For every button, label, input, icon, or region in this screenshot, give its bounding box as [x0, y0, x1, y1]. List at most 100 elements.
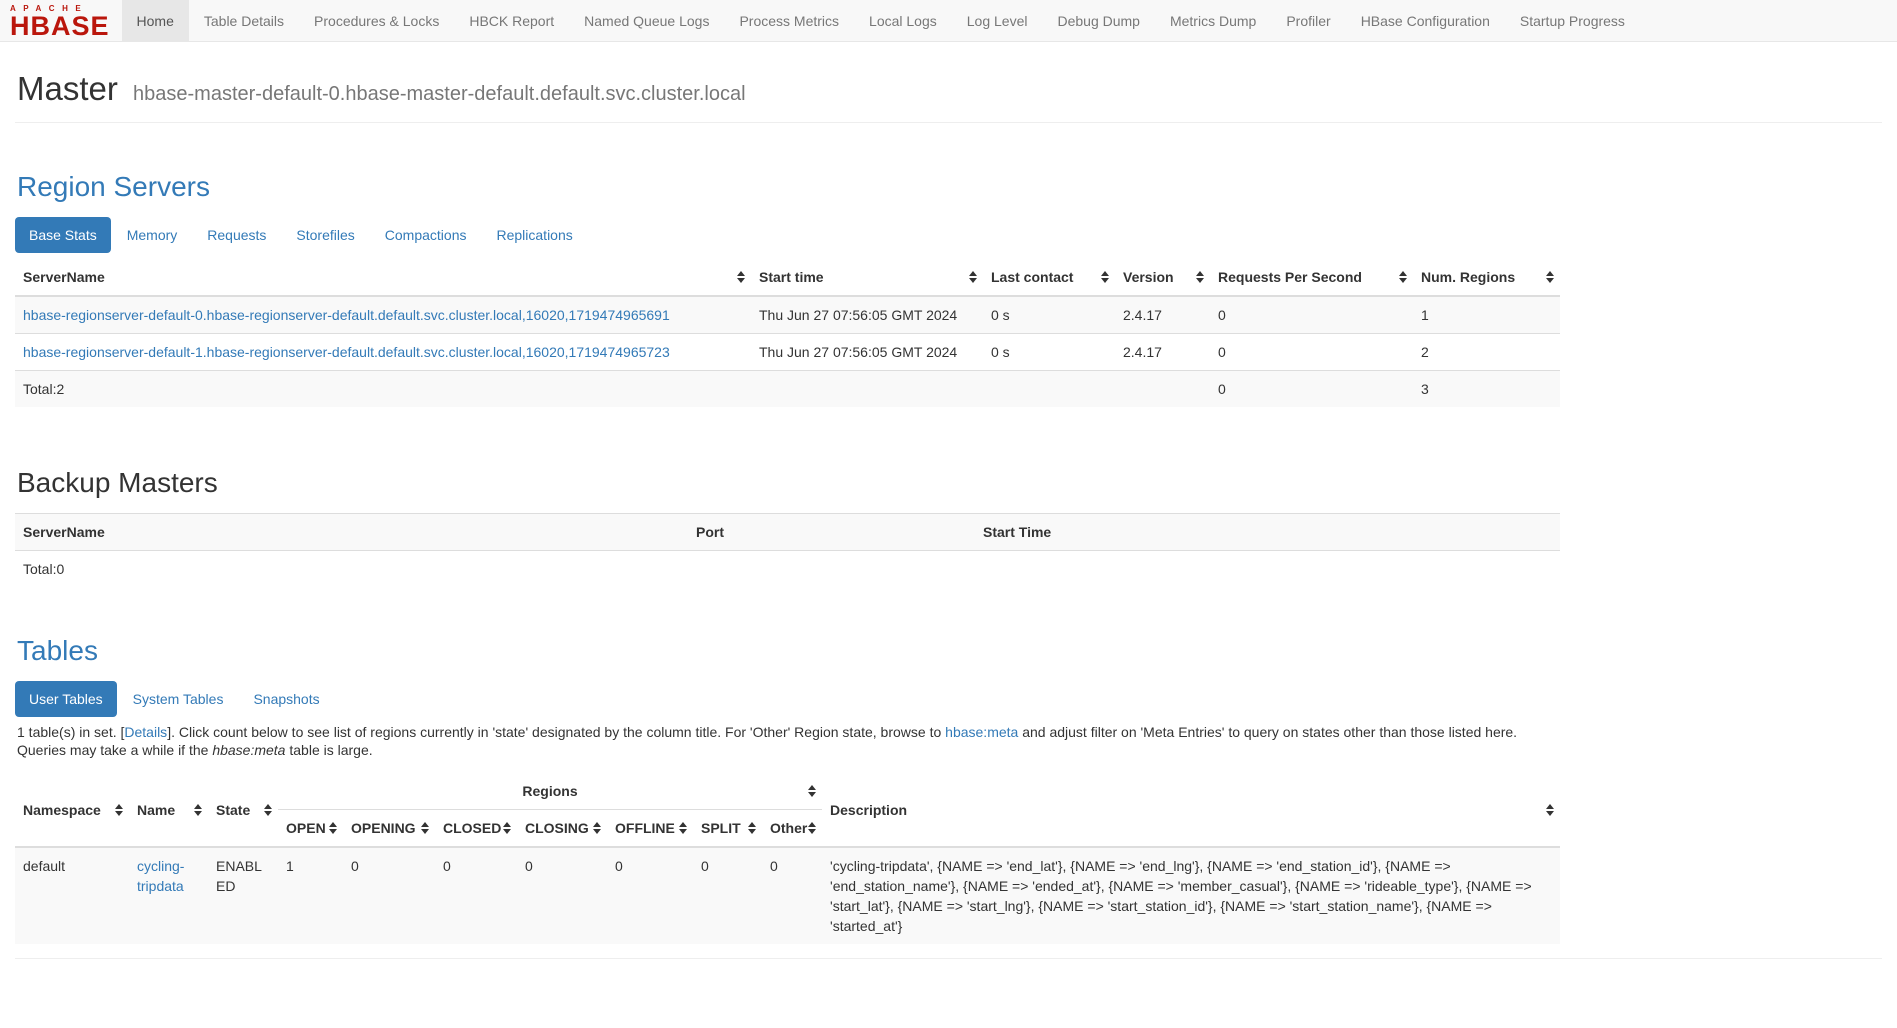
- empty-cell: [975, 551, 1560, 588]
- sort-icon: [679, 822, 687, 834]
- details-link[interactable]: Details: [124, 724, 167, 740]
- col-header-start-time[interactable]: Start Time: [975, 514, 1560, 551]
- regionserver-link[interactable]: hbase-regionserver-default-1.hbase-regio…: [23, 344, 670, 360]
- empty-cell: [1115, 371, 1210, 408]
- col-header-start-time[interactable]: Start time: [751, 259, 983, 296]
- tab-snapshots[interactable]: Snapshots: [239, 681, 333, 717]
- table-row: hbase-regionserver-default-0.hbase-regio…: [15, 296, 1560, 334]
- page-content: Master hbase-master-default-0.hbase-mast…: [0, 70, 1897, 959]
- sort-icon: [593, 822, 601, 834]
- tab-user-tables[interactable]: User Tables: [15, 681, 117, 717]
- nav-item-named-queue-logs[interactable]: Named Queue Logs: [569, 0, 724, 41]
- nav-item-debug-dump[interactable]: Debug Dump: [1042, 0, 1155, 41]
- backup-masters-heading: Backup Masters: [17, 467, 1882, 499]
- col-header-servername[interactable]: ServerName: [15, 514, 688, 551]
- navbar: APACHE HBASE Home Table Details Procedur…: [0, 0, 1897, 42]
- total-label: Total:0: [15, 551, 688, 588]
- table-row: default cycling-tripdata ENABLED 1 0 0 0…: [15, 847, 1560, 944]
- open-count-cell[interactable]: 1: [278, 847, 343, 944]
- table-header-row: ServerName Start time Last contact Versi…: [15, 259, 1560, 296]
- col-header-name[interactable]: Name: [129, 773, 208, 847]
- nav-item-log-level[interactable]: Log Level: [952, 0, 1043, 41]
- col-header-closed[interactable]: CLOSED: [435, 810, 517, 848]
- hbase-meta-link[interactable]: hbase:meta: [945, 724, 1018, 740]
- regionserver-link[interactable]: hbase-regionserver-default-0.hbase-regio…: [23, 307, 670, 323]
- tab-system-tables[interactable]: System Tables: [119, 681, 238, 717]
- tab-replications[interactable]: Replications: [482, 217, 586, 253]
- col-header-requests-per-second[interactable]: Requests Per Second: [1210, 259, 1413, 296]
- sort-icon: [1546, 271, 1554, 283]
- col-header-open[interactable]: OPEN: [278, 810, 343, 848]
- col-header-num-regions[interactable]: Num. Regions: [1413, 259, 1560, 296]
- total-num-regions: 3: [1413, 371, 1560, 408]
- total-row: Total:2 0 3: [15, 371, 1560, 408]
- last-contact-cell: 0 s: [983, 296, 1115, 334]
- sort-icon: [1399, 271, 1407, 283]
- sort-icon: [1546, 804, 1554, 816]
- backup-masters-table: ServerName Port Start Time Total:0: [15, 513, 1560, 587]
- col-header-other[interactable]: Other: [762, 810, 822, 848]
- version-cell: 2.4.17: [1115, 296, 1210, 334]
- nav-item-home[interactable]: Home: [122, 0, 189, 41]
- tab-memory[interactable]: Memory: [113, 217, 192, 253]
- nav-item-metrics-dump[interactable]: Metrics Dump: [1155, 0, 1271, 41]
- col-header-description[interactable]: Description: [822, 773, 1560, 847]
- col-header-offline[interactable]: OFFLINE: [607, 810, 693, 848]
- tab-base-stats[interactable]: Base Stats: [15, 217, 111, 253]
- empty-cell: [983, 371, 1115, 408]
- nav-item-hbase-configuration[interactable]: HBase Configuration: [1346, 0, 1505, 41]
- logo-hbase-text: HBASE: [10, 15, 110, 38]
- col-header-split[interactable]: SPLIT: [693, 810, 762, 848]
- num-regions-cell: 1: [1413, 296, 1560, 334]
- tables-tabs: User Tables System Tables Snapshots: [15, 681, 1882, 717]
- col-header-opening[interactable]: OPENING: [343, 810, 435, 848]
- col-header-version[interactable]: Version: [1115, 259, 1210, 296]
- col-header-closing[interactable]: CLOSING: [517, 810, 607, 848]
- other-count-cell: 0: [762, 847, 822, 944]
- nav-item-local-logs[interactable]: Local Logs: [854, 0, 952, 41]
- col-header-regions-group[interactable]: Regions: [278, 773, 822, 810]
- hbase-logo[interactable]: APACHE HBASE: [0, 0, 122, 41]
- col-header-servername[interactable]: ServerName: [15, 259, 751, 296]
- total-row: Total:0: [15, 551, 1560, 588]
- tables-note: 1 table(s) in set. [Details]. Click coun…: [17, 723, 1562, 759]
- master-title: Master: [17, 70, 118, 107]
- sort-icon: [969, 271, 977, 283]
- requests-per-second-cell: 0: [1210, 296, 1413, 334]
- last-contact-cell: 0 s: [983, 334, 1115, 371]
- nav-item-profiler[interactable]: Profiler: [1271, 0, 1345, 41]
- num-regions-cell: 2: [1413, 334, 1560, 371]
- user-tables-table: Namespace Name State Regions Description…: [15, 773, 1560, 944]
- total-requests-per-second: 0: [1210, 371, 1413, 408]
- nav-item-process-metrics[interactable]: Process Metrics: [724, 0, 854, 41]
- nav-item-hbck-report[interactable]: HBCK Report: [454, 0, 569, 41]
- sort-icon: [737, 271, 745, 283]
- closed-count-cell: 0: [435, 847, 517, 944]
- nav-item-table-details[interactable]: Table Details: [189, 0, 299, 41]
- nav-item-startup-progress[interactable]: Startup Progress: [1505, 0, 1640, 41]
- opening-count-cell: 0: [343, 847, 435, 944]
- tab-storefiles[interactable]: Storefiles: [282, 217, 368, 253]
- table-header-row: ServerName Port Start Time: [15, 514, 1560, 551]
- tables-heading: Tables: [17, 635, 1882, 667]
- empty-cell: [688, 551, 975, 588]
- sort-icon: [194, 804, 202, 816]
- col-header-last-contact[interactable]: Last contact: [983, 259, 1115, 296]
- tab-requests[interactable]: Requests: [193, 217, 280, 253]
- col-header-state[interactable]: State: [208, 773, 278, 847]
- sort-icon: [115, 804, 123, 816]
- tab-compactions[interactable]: Compactions: [371, 217, 481, 253]
- start-time-cell: Thu Jun 27 07:56:05 GMT 2024: [751, 334, 983, 371]
- sort-icon: [1101, 271, 1109, 283]
- requests-per-second-cell: 0: [1210, 334, 1413, 371]
- table-name-link[interactable]: cycling-tripdata: [137, 858, 184, 894]
- table-header-row: Namespace Name State Regions Description: [15, 773, 1560, 810]
- version-cell: 2.4.17: [1115, 334, 1210, 371]
- namespace-cell: default: [15, 847, 129, 944]
- closing-count-cell: 0: [517, 847, 607, 944]
- page-title: Master hbase-master-default-0.hbase-mast…: [17, 70, 1882, 108]
- region-servers-heading: Region Servers: [17, 171, 1882, 203]
- col-header-port[interactable]: Port: [688, 514, 975, 551]
- col-header-namespace[interactable]: Namespace: [15, 773, 129, 847]
- nav-item-procedures-locks[interactable]: Procedures & Locks: [299, 0, 454, 41]
